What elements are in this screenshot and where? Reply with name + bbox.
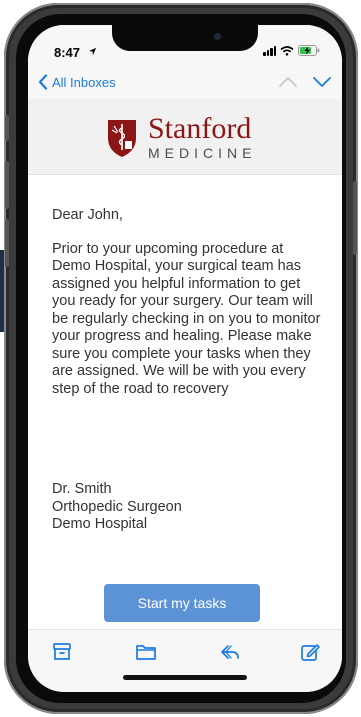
cellular-signal-icon xyxy=(263,45,276,56)
stanford-shield-icon xyxy=(108,120,136,157)
location-arrow-icon xyxy=(88,47,97,56)
start-tasks-button[interactable]: Start my tasks xyxy=(104,584,260,622)
compose-icon[interactable] xyxy=(298,640,322,664)
status-time: 8:47 xyxy=(54,45,81,60)
email-greeting: Dear John, xyxy=(52,207,123,223)
chevron-left-icon xyxy=(38,74,48,90)
email-body: Dear John, Prior to your upcoming proced… xyxy=(52,207,322,398)
volume-down-button xyxy=(5,219,9,267)
stanford-medicine-logo: Stanford MEDICINE xyxy=(106,112,257,161)
next-message-icon[interactable] xyxy=(312,74,332,90)
home-indicator[interactable] xyxy=(123,675,247,680)
battery-charging-icon xyxy=(298,45,320,56)
volume-up-button xyxy=(5,161,9,209)
logo-medicine-text: MEDICINE xyxy=(148,145,257,161)
front-camera xyxy=(214,33,221,40)
phone-frame: 8:47 All Inboxes Stanford MEDICINE Dear … xyxy=(4,3,358,714)
email-signature: Dr. Smith Orthopedic Surgeon Demo Hospit… xyxy=(52,481,182,534)
silent-switch xyxy=(5,115,9,141)
reply-icon[interactable] xyxy=(218,640,242,664)
wifi-icon xyxy=(280,45,294,56)
logo-stanford-text: Stanford xyxy=(148,112,252,145)
notch xyxy=(112,25,258,51)
previous-message-icon[interactable] xyxy=(278,74,298,90)
status-icons xyxy=(263,45,320,56)
signature-title: Orthopedic Surgeon xyxy=(52,498,182,515)
back-button-label: All Inboxes xyxy=(52,74,116,90)
signature-organization: Demo Hospital xyxy=(52,516,148,532)
mail-toolbar xyxy=(28,629,342,692)
email-header-banner: Stanford MEDICINE xyxy=(28,99,342,175)
folder-icon[interactable] xyxy=(134,640,158,664)
signature-name: Dr. Smith xyxy=(52,481,112,497)
back-button[interactable]: All Inboxes xyxy=(38,74,116,90)
message-navigation xyxy=(278,74,332,90)
power-button xyxy=(353,181,357,255)
phone-screen: 8:47 All Inboxes Stanford MEDICINE Dear … xyxy=(28,25,342,692)
navigation-bar: All Inboxes xyxy=(28,69,342,99)
email-message: Prior to your upcoming procedure at Demo… xyxy=(52,240,321,397)
archive-icon[interactable] xyxy=(50,640,74,664)
